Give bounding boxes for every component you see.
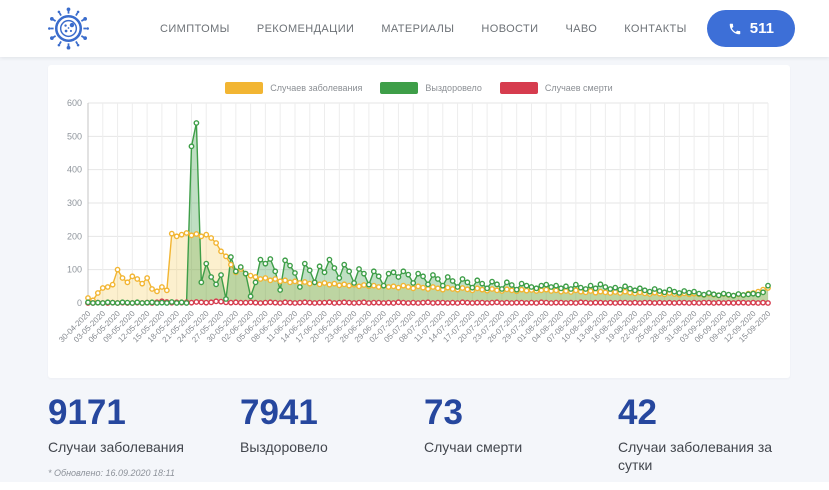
nav-item-3[interactable]: МАТЕРИАЛЫ (381, 23, 454, 35)
chart-legend: Случаев заболевания Выздоровело Случаев см… (48, 65, 790, 97)
stat-card-2: 7941 Выздоровело (240, 394, 424, 475)
legend-label: Случаев заболевания (270, 83, 362, 93)
virus-logo-icon (45, 5, 92, 52)
site-logo[interactable] (45, 5, 92, 52)
stat-label: Выздоровело (240, 438, 412, 457)
svg-text:300: 300 (67, 198, 82, 208)
svg-text:400: 400 (67, 165, 82, 175)
svg-text:600: 600 (67, 98, 82, 108)
legend-item-3[interactable]: Случаев смерти (500, 82, 613, 94)
legend-swatch-icon (225, 82, 263, 94)
stat-value: 7941 (240, 394, 424, 433)
svg-text:100: 100 (67, 265, 82, 275)
legend-swatch-icon (500, 82, 538, 94)
stat-value: 9171 (48, 394, 240, 433)
stat-label: Случаи заболевания (48, 438, 220, 457)
stat-card-1: 9171 Случаи заболевания (48, 394, 240, 475)
next-section-edge (0, 482, 829, 490)
svg-text:200: 200 (67, 231, 82, 241)
legend-label: Случаев смерти (545, 83, 613, 93)
statistics-chart-card: Случаев заболевания Выздоровело Случаев см… (48, 65, 790, 378)
stat-label: Случаи смерти (424, 438, 596, 457)
nav-item-5[interactable]: ЧАВО (565, 23, 597, 35)
phone-icon (728, 22, 742, 36)
legend-item-2[interactable]: Выздоровело (380, 82, 481, 94)
stat-card-3: 73 Случаи смерти (424, 394, 618, 475)
svg-text:500: 500 (67, 131, 82, 141)
svg-text:0: 0 (77, 298, 82, 308)
legend-swatch-icon (380, 82, 418, 94)
nav-item-4[interactable]: НОВОСТИ (481, 23, 538, 35)
stat-value: 42 (618, 394, 829, 433)
phone-number-label: 511 (750, 20, 774, 37)
top-navbar: СИМПТОМЫ РЕКОМЕНДАЦИИ МАТЕРИАЛЫ НОВОСТИ ЧАВО… (0, 0, 829, 57)
nav-item-6[interactable]: КОНТАКТЫ (624, 23, 687, 35)
updated-timestamp-note: * Обновлено: 16.09.2020 18:11 (48, 468, 175, 478)
nav-item-1[interactable]: СИМПТОМЫ (160, 23, 230, 35)
summary-stats-row: 9171Случаи заболевания7941Выздоровело73С… (0, 394, 829, 475)
stat-label: Случаи заболевания за сутки (618, 438, 790, 476)
nav-item-2[interactable]: РЕКОМЕНДАЦИИ (257, 23, 355, 35)
legend-item-1[interactable]: Случаев заболевания (225, 82, 362, 94)
legend-label: Выздоровело (425, 83, 481, 93)
main-navigation: СИМПТОМЫ РЕКОМЕНДАЦИИ МАТЕРИАЛЫ НОВОСТИ ЧАВО… (160, 23, 687, 35)
covid-daily-line-chart: 010020030040050060030-04-202003-05-20200… (48, 97, 790, 380)
stat-card-4: 42 Случаи заболевания за сутки (618, 394, 829, 475)
stat-value: 73 (424, 394, 618, 433)
phone-hotline-button[interactable]: 511 (707, 10, 795, 47)
